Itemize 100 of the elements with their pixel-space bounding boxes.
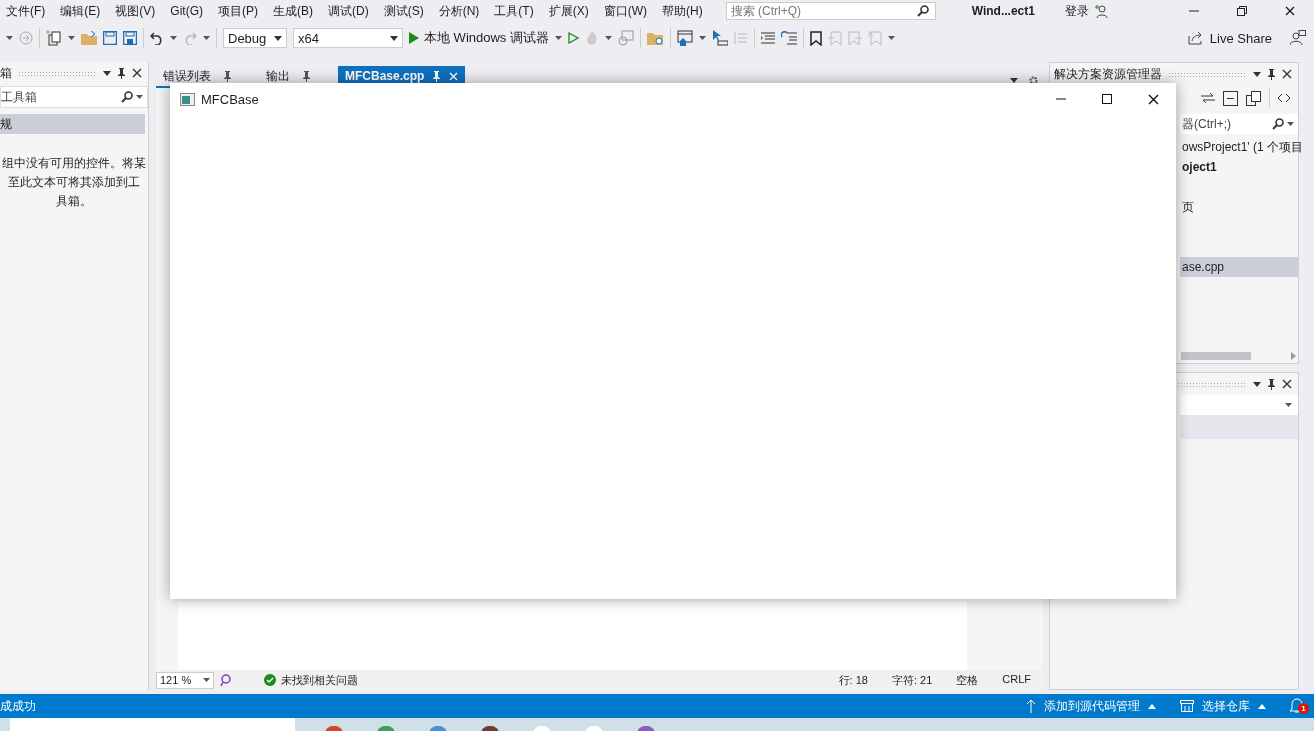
menu-item[interactable]: 帮助(H): [656, 2, 712, 20]
menu-item[interactable]: 分析(N): [432, 2, 489, 20]
save-icon[interactable]: [103, 31, 117, 45]
code-icon[interactable]: [1278, 94, 1290, 102]
add-to-source-control-button[interactable]: 添加到源代码管理: [1026, 697, 1156, 715]
dropdown-caret-icon[interactable]: [554, 36, 562, 40]
dropdown-caret-icon[interactable]: [1287, 122, 1294, 126]
pin-icon[interactable]: [1267, 68, 1276, 80]
menu-item[interactable]: 窗口(W): [597, 2, 656, 20]
menu-item[interactable]: Git(G): [164, 4, 212, 18]
dropdown-caret-icon[interactable]: [698, 36, 706, 40]
scroll-right-icon[interactable]: [1291, 352, 1296, 360]
panel-title: 解决方案资源管理器: [1054, 65, 1162, 83]
share-icon: [1187, 31, 1204, 45]
solution-tree-item[interactable]: oject1: [1180, 157, 1298, 177]
solution-search-field[interactable]: 器(Ctrl+;): [1180, 117, 1269, 131]
home-window-icon[interactable]: [676, 30, 693, 46]
search-field[interactable]: 搜索 (Ctrl+Q): [730, 4, 913, 18]
dropdown-caret-icon[interactable]: [203, 678, 210, 682]
menu-item[interactable]: 调试(D): [322, 2, 378, 20]
dropdown-caret-icon[interactable]: [887, 36, 895, 40]
dropdown-arrow-icon[interactable]: [1253, 71, 1261, 77]
close-icon[interactable]: [132, 68, 142, 78]
menu-item[interactable]: 测试(S): [377, 2, 433, 20]
notification-badge: 1: [1298, 703, 1309, 714]
close-icon[interactable]: [1285, 6, 1295, 16]
cursor-icon[interactable]: [711, 30, 728, 46]
toolbox-empty-message: 组中没有可用的控件。将某 至此文本可将其添加到工 具箱。: [1, 155, 147, 210]
menu-item[interactable]: 生成(B): [267, 2, 322, 20]
bell-icon[interactable]: [1290, 697, 1304, 713]
indent-icon[interactable]: [780, 31, 797, 45]
line-indicator[interactable]: 行: 18: [838, 672, 868, 688]
menu-item[interactable]: 编辑(E): [54, 2, 110, 20]
select-repository-button[interactable]: 选择仓库: [1180, 697, 1266, 715]
menu-item[interactable]: 视图(V): [109, 2, 165, 20]
close-icon[interactable]: [1282, 379, 1292, 389]
configuration-dropdown[interactable]: Debug: [223, 28, 287, 48]
solution-tree-item[interactable]: ase.cpp: [1180, 257, 1298, 277]
person-add-icon[interactable]: [1094, 4, 1109, 18]
outdent-icon[interactable]: [760, 32, 775, 44]
new-item-icon[interactable]: [46, 30, 62, 46]
toolbox-search-field[interactable]: 工具箱: [1, 90, 118, 104]
document-tab[interactable]: MFCBase.cpp: [338, 66, 466, 86]
start-debugging-button[interactable]: 本地 Windows 调试器: [409, 29, 549, 47]
maximize-icon[interactable]: [1102, 94, 1112, 104]
column-indicator[interactable]: 字符: 21: [891, 672, 933, 688]
line-ending[interactable]: CRLF: [1002, 672, 1031, 688]
close-icon[interactable]: [1147, 93, 1159, 105]
search-icon: [916, 5, 929, 17]
dropdown-arrow-icon[interactable]: [274, 35, 282, 41]
toolbox-search-box[interactable]: 工具箱: [0, 86, 148, 108]
sign-in-link[interactable]: 登录: [1064, 2, 1089, 20]
platform-dropdown[interactable]: x64: [293, 28, 403, 48]
menu-item[interactable]: 项目(P): [212, 2, 267, 20]
repository-icon: [1180, 700, 1194, 712]
copy-icon[interactable]: [1246, 90, 1261, 106]
issues-status[interactable]: 未找到相关问题: [264, 672, 358, 688]
live-share-button[interactable]: Live Share: [1187, 30, 1272, 46]
document-tab[interactable]: 错误列表: [156, 66, 239, 86]
pin-icon[interactable]: [1267, 378, 1276, 390]
play-outline-icon[interactable]: [567, 32, 579, 44]
solution-tree-item[interactable]: 页: [1180, 197, 1298, 217]
zoom-dropdown[interactable]: 121 %: [156, 671, 214, 689]
dropdown-caret-icon[interactable]: [170, 36, 177, 40]
close-icon[interactable]: [1282, 69, 1292, 79]
caret-up-icon: [1148, 703, 1156, 709]
solution-search-box[interactable]: 器(Ctrl+;): [1180, 114, 1298, 134]
dropdown-caret-icon[interactable]: [68, 36, 75, 40]
menu-item[interactable]: 扩展(X): [542, 2, 598, 20]
save-all-icon[interactable]: [123, 31, 137, 45]
pin-icon[interactable]: [432, 70, 442, 82]
search-box[interactable]: 搜索 (Ctrl+Q): [725, 2, 936, 20]
caret-up-icon: [1258, 703, 1266, 709]
dropdown-caret-icon[interactable]: [1285, 403, 1292, 407]
dropdown-arrow-icon[interactable]: [390, 35, 398, 41]
dropdown-caret-icon[interactable]: [604, 36, 612, 40]
dropdown-caret-icon[interactable]: [6, 36, 13, 40]
settings-icon[interactable]: [1028, 75, 1039, 86]
document-tab[interactable]: 输出: [259, 66, 318, 86]
menu-item[interactable]: 文件(F): [0, 2, 55, 20]
bookmark-icon[interactable]: [809, 30, 822, 46]
menu-item[interactable]: 工具(T): [488, 2, 543, 20]
sync-icon[interactable]: [1201, 93, 1215, 103]
toolbox-group-header[interactable]: 规: [0, 114, 145, 134]
undo-icon[interactable]: [150, 31, 164, 45]
pin-icon[interactable]: [117, 67, 126, 79]
indent-mode[interactable]: 空格: [956, 672, 979, 688]
restore-icon[interactable]: [1237, 6, 1247, 16]
dropdown-caret-icon[interactable]: [136, 95, 143, 99]
pin-icon[interactable]: [302, 70, 311, 82]
pin-icon[interactable]: [223, 70, 232, 82]
collapse-all-icon[interactable]: [1223, 90, 1238, 106]
dropdown-arrow-icon[interactable]: [1010, 78, 1018, 83]
dropdown-caret-icon[interactable]: [203, 36, 210, 40]
dropdown-arrow-icon[interactable]: [103, 70, 111, 76]
folder-search-icon[interactable]: [646, 30, 664, 46]
solution-title: Wind...ect1: [971, 4, 1035, 18]
scrollbar-thumb[interactable]: [1181, 352, 1251, 360]
feedback-person-icon[interactable]: [1290, 30, 1306, 46]
dropdown-arrow-icon[interactable]: [1253, 381, 1261, 387]
